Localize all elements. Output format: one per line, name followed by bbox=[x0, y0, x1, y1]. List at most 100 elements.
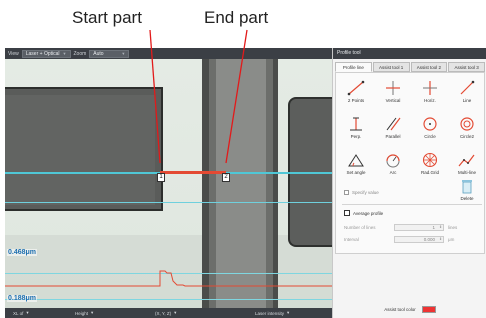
average-profile-label: Average profile bbox=[353, 210, 384, 216]
line-icon bbox=[460, 80, 475, 95]
delete-label: Delete bbox=[460, 196, 474, 201]
delete-button[interactable]: Delete bbox=[449, 177, 485, 207]
arc-icon bbox=[386, 154, 400, 168]
microscope-image-view[interactable]: 1 2 0.468μm 0.188μm bbox=[5, 59, 332, 308]
tab-assist-tool-1[interactable]: Assist tool 1 bbox=[372, 62, 410, 72]
height-readout-upper: 0.468μm bbox=[7, 249, 38, 256]
stepper-icon: ⇕ bbox=[439, 236, 442, 241]
page: Start part End part View Laser + Optical… bbox=[0, 0, 486, 318]
chevron-down-icon: ▾ bbox=[174, 310, 177, 315]
zoom-label: Zoom bbox=[73, 50, 87, 57]
interval-input[interactable]: 0.000 ⇕ bbox=[394, 235, 444, 243]
tool-two-points[interactable]: 2 Points bbox=[338, 79, 374, 109]
circle-icon bbox=[423, 117, 437, 131]
view-label: View bbox=[8, 50, 19, 57]
start-part-callout: Start part bbox=[72, 8, 142, 27]
zoom-value: Auto bbox=[93, 50, 104, 57]
status-label: (X, Y, Z) bbox=[155, 310, 172, 316]
tool-label: Circle2 bbox=[459, 134, 474, 139]
specify-value-checkbox[interactable]: Specify value bbox=[344, 190, 379, 195]
height-readout-lower: 0.188μm bbox=[7, 295, 38, 302]
zoom-select[interactable]: Auto ▼ bbox=[89, 49, 130, 58]
tab-bar: Profile line Assist tool 1 Assist tool 2… bbox=[335, 62, 485, 72]
tool-label: Multi-line bbox=[457, 170, 476, 175]
number-of-lines-row: Number of lines 1 ⇕ lines bbox=[344, 223, 484, 231]
multi-line-icon bbox=[458, 154, 475, 167]
tool-label: Line bbox=[462, 98, 472, 103]
view-mode-select[interactable]: Laser + Optical ▼ bbox=[21, 49, 71, 58]
perpendicular-icon bbox=[350, 117, 362, 131]
number-of-lines-input[interactable]: 1 ⇕ bbox=[394, 223, 444, 231]
view-toolbar: View Laser + Optical ▼ Zoom Auto ▼ bbox=[5, 48, 332, 59]
tool-label: Arc bbox=[389, 170, 397, 175]
tool-circle2[interactable]: Circle2 bbox=[449, 115, 485, 145]
tab-assist-tool-2[interactable]: Assist tool 2 bbox=[410, 62, 448, 72]
checkbox-box bbox=[344, 190, 349, 195]
tool-label: Circle bbox=[424, 134, 436, 139]
tool-label: Vertical bbox=[385, 98, 401, 103]
status-label: XL of bbox=[13, 310, 24, 316]
trash-icon bbox=[462, 180, 472, 194]
profile-tool-panel: Profile tool Profile line Assist tool 1 … bbox=[332, 48, 486, 318]
chevron-down-icon: ▾ bbox=[287, 310, 290, 315]
number-of-lines-value: 1 bbox=[432, 224, 435, 230]
interval-label: Interval bbox=[344, 236, 359, 242]
set-angle-icon bbox=[348, 154, 364, 167]
tool-vertical[interactable]: Vertical bbox=[375, 79, 411, 109]
tool-line[interactable]: Line bbox=[449, 79, 485, 109]
tool-label: Set angle bbox=[346, 170, 366, 175]
tool-label: Perp. bbox=[350, 134, 362, 139]
end-part-callout: End part bbox=[204, 8, 269, 27]
chevron-down-icon: ▾ bbox=[91, 310, 94, 315]
tool-set-angle[interactable]: Set angle bbox=[338, 151, 374, 181]
tool-perpendicular[interactable]: Perp. bbox=[338, 115, 374, 145]
chevron-down-icon: ▼ bbox=[62, 50, 67, 56]
radial-grid-icon bbox=[422, 152, 438, 168]
tool-horizontal[interactable]: Horiz. bbox=[412, 79, 448, 109]
tab-assist-tool-3[interactable]: Assist tool 3 bbox=[448, 62, 485, 72]
average-profile-checkbox[interactable]: Average profile bbox=[344, 210, 383, 216]
specify-value-label: Specify value bbox=[352, 190, 379, 195]
app-window: View Laser + Optical ▼ Zoom Auto ▼ 1 2 0… bbox=[5, 48, 486, 318]
number-of-lines-label: Number of lines bbox=[344, 224, 376, 230]
interval-unit: μm bbox=[448, 236, 455, 242]
tab-profile-line[interactable]: Profile line bbox=[335, 62, 372, 72]
tool-label: Parallel bbox=[385, 134, 401, 139]
divider bbox=[342, 204, 482, 205]
interval-value: 0.000 bbox=[423, 236, 435, 242]
status-cell[interactable]: Height ▾ bbox=[67, 308, 147, 318]
assist-tool-color-label: Assist tool color bbox=[384, 306, 416, 312]
assist-tool-color-swatch[interactable] bbox=[421, 305, 436, 313]
checkbox-box bbox=[344, 210, 350, 216]
start-point-marker[interactable]: 1 bbox=[157, 173, 165, 182]
stepper-icon: ⇕ bbox=[439, 224, 442, 229]
interval-row: Interval 0.000 ⇕ μm bbox=[344, 235, 484, 243]
vertical-cross-icon bbox=[386, 81, 400, 95]
tool-parallel[interactable]: Parallel bbox=[375, 115, 411, 145]
tool-label: Horiz. bbox=[424, 98, 436, 103]
tool-label: Rad.Grid bbox=[420, 170, 439, 175]
tool-circle[interactable]: Circle bbox=[412, 115, 448, 145]
number-of-lines-unit: lines bbox=[448, 224, 458, 230]
horizontal-cross-icon bbox=[423, 81, 437, 95]
two-points-line-icon bbox=[347, 80, 365, 96]
status-label: Height bbox=[75, 310, 89, 316]
selected-profile-segment[interactable] bbox=[160, 171, 226, 174]
panel-title: Profile tool bbox=[333, 48, 486, 59]
tool-grid: 2 Points Vertical Horiz. Line Perp. Para… bbox=[335, 72, 485, 254]
status-cell[interactable]: (X, Y, Z) ▾ bbox=[147, 308, 247, 318]
concentric-circle-icon bbox=[460, 117, 474, 131]
status-cell[interactable]: Laser intensity ▾ bbox=[247, 308, 332, 318]
tool-radial-grid[interactable]: Rad.Grid bbox=[412, 151, 448, 181]
view-mode-value: Laser + Optical bbox=[25, 50, 60, 57]
tool-arc[interactable]: Arc bbox=[375, 151, 411, 181]
parallel-icon bbox=[386, 117, 401, 131]
status-bar: XL of ▾ Height ▾ (X, Y, Z) ▾ Laser intensit… bbox=[5, 308, 332, 318]
status-label: Laser intensity bbox=[255, 310, 285, 316]
tool-label: 2 Points bbox=[347, 98, 365, 103]
chevron-down-icon: ▼ bbox=[121, 50, 126, 56]
status-cell[interactable]: XL of ▾ bbox=[5, 308, 67, 318]
chevron-down-icon: ▾ bbox=[26, 310, 29, 315]
assist-tool-color-row: Assist tool color bbox=[333, 302, 486, 316]
end-point-marker[interactable]: 2 bbox=[222, 173, 230, 182]
